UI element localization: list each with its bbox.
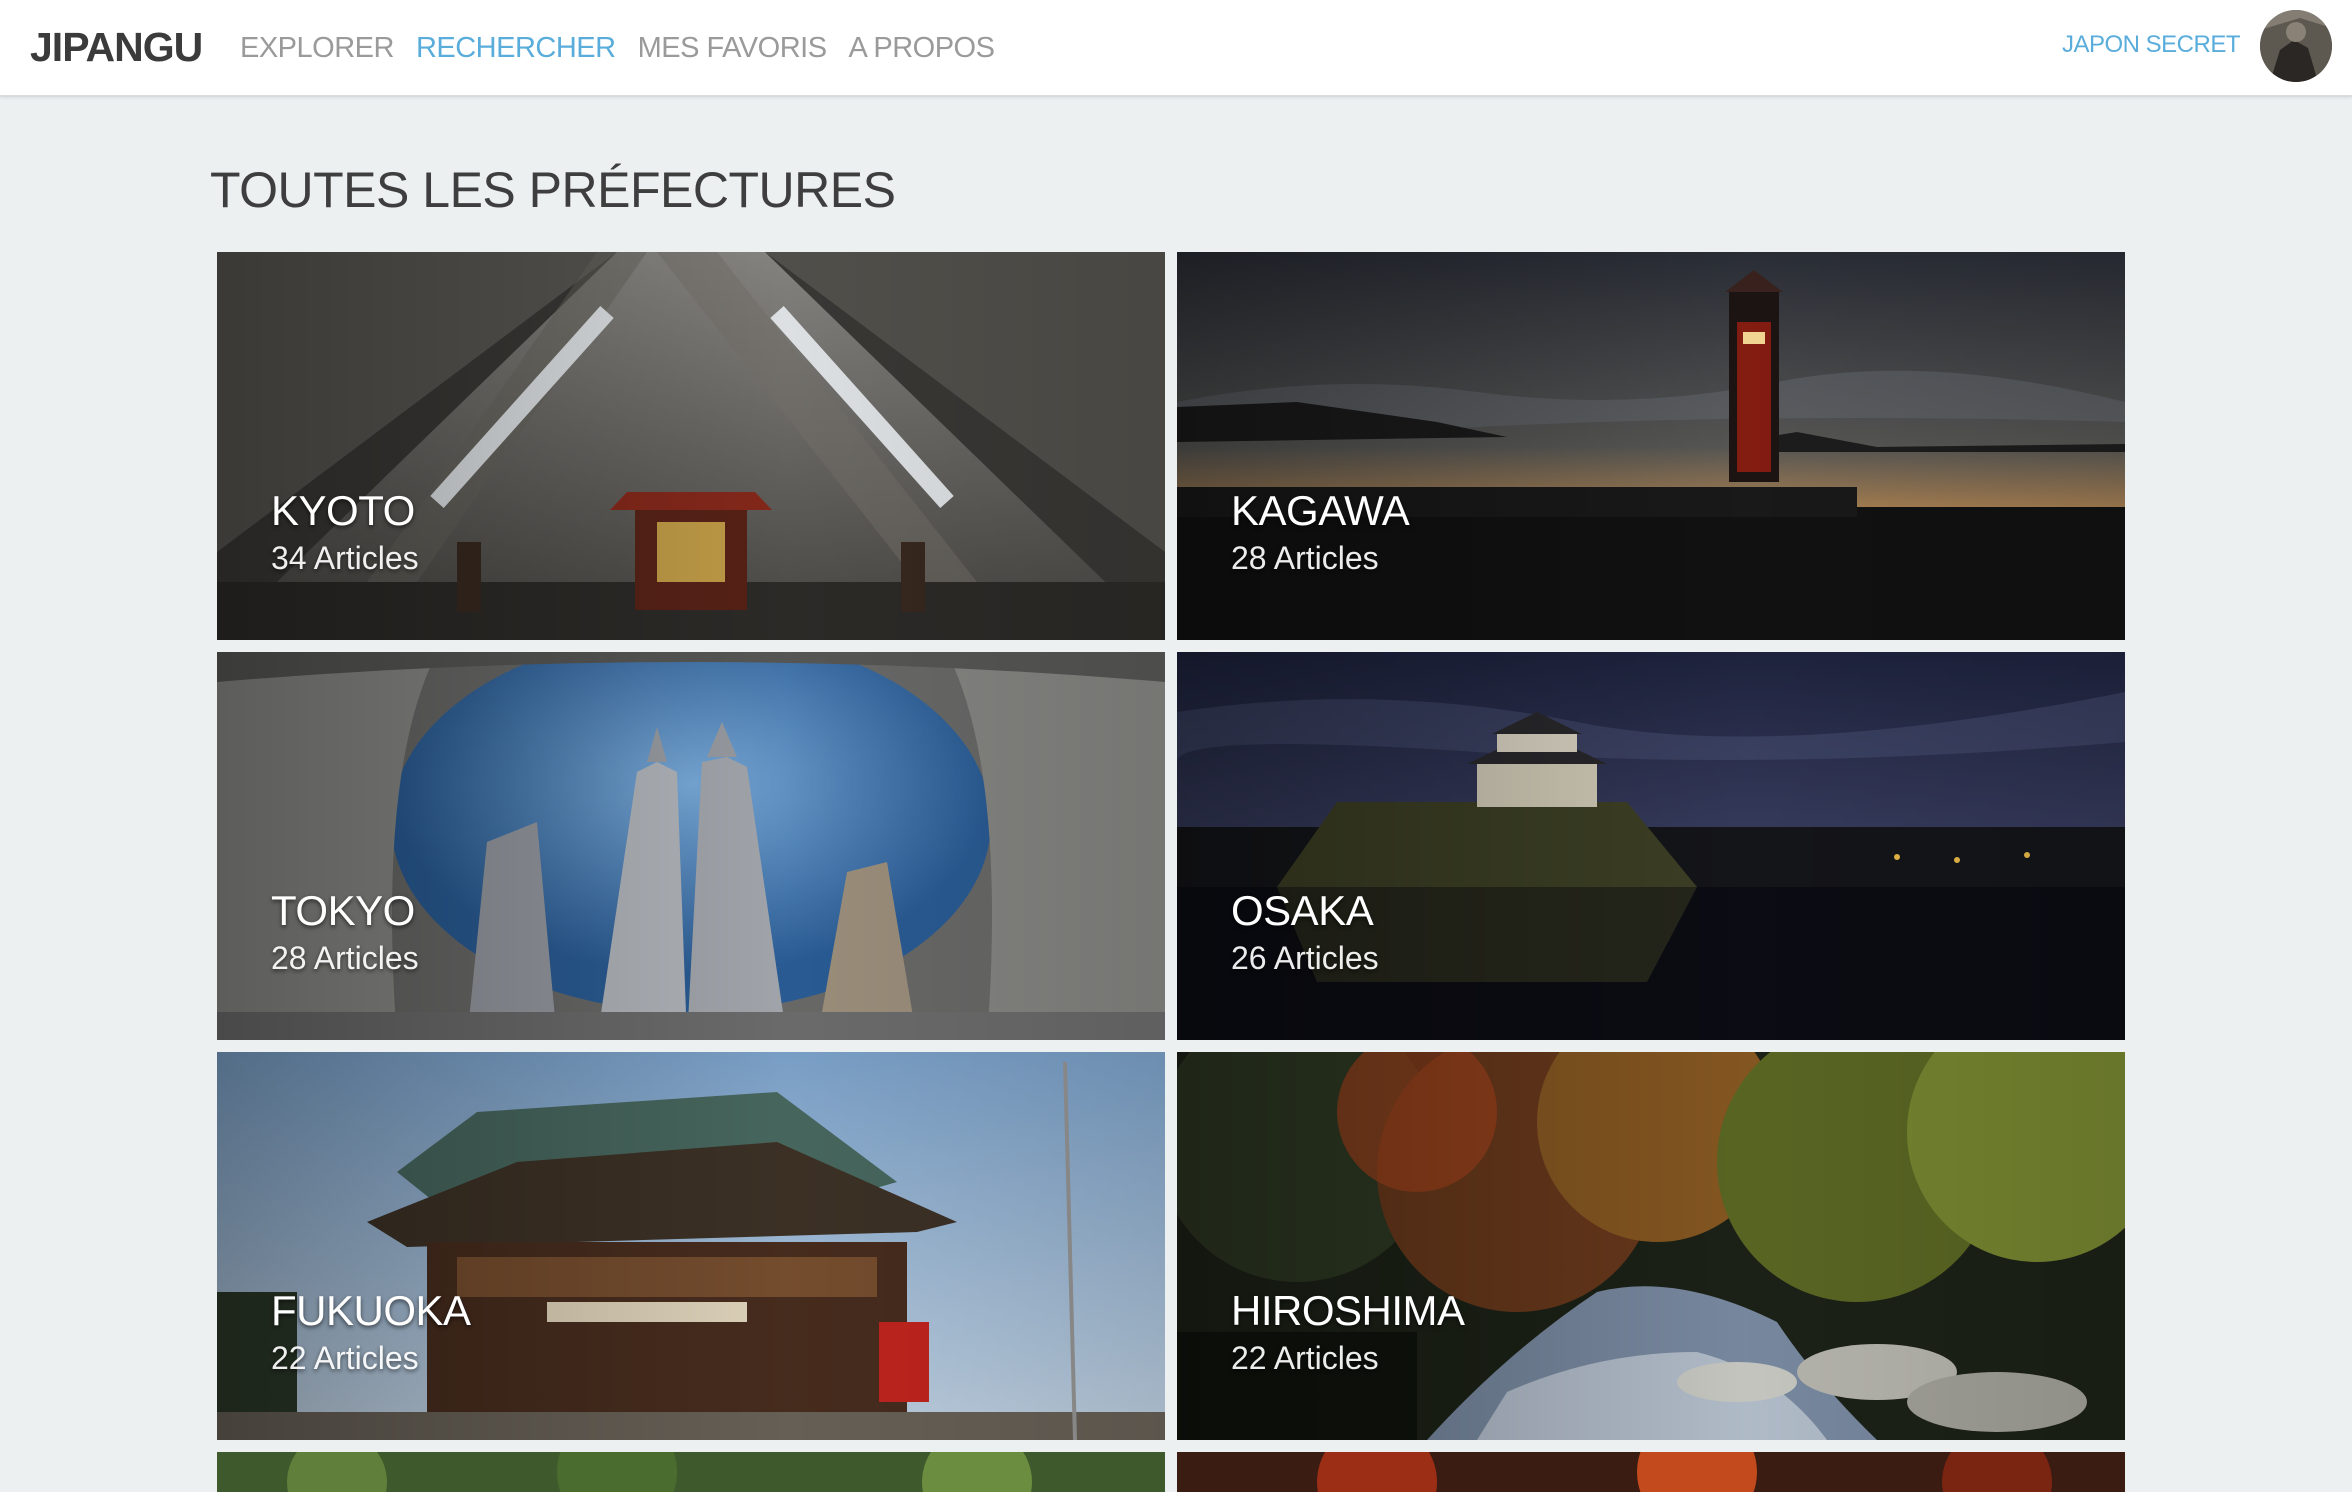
- prefecture-name: OSAKA: [1231, 887, 1374, 934]
- article-count: 34 Articles: [271, 540, 419, 576]
- prefecture-card-hiroshima[interactable]: HIROSHIMA 22 Articles: [1177, 1052, 2125, 1440]
- page-title: TOUTES LES PRÉFECTURES: [210, 162, 896, 218]
- top-navbar: JIPANGU EXPLORER RECHERCHER MES FAVORIS …: [0, 0, 2352, 97]
- article-count: 22 Articles: [1231, 1340, 1379, 1376]
- nav-mes-favoris[interactable]: MES FAVORIS: [638, 28, 827, 68]
- nav-rechercher[interactable]: RECHERCHER: [416, 28, 616, 68]
- prefecture-name: HIROSHIMA: [1231, 1287, 1465, 1334]
- card-label: FUKUOKA 22 Articles: [271, 1286, 471, 1380]
- prefecture-card-osaka[interactable]: OSAKA 26 Articles: [1177, 652, 2125, 1040]
- brand-logo[interactable]: JIPANGU: [30, 22, 203, 72]
- article-count: 22 Articles: [271, 1340, 419, 1376]
- avatar[interactable]: [2260, 10, 2332, 82]
- article-count: 28 Articles: [1231, 540, 1379, 576]
- autumn-image: [1177, 1452, 2125, 1492]
- forest-image: [217, 1452, 1165, 1492]
- avatar-photo-icon: [2260, 10, 2332, 82]
- card-label: TOKYO 28 Articles: [271, 886, 419, 980]
- prefecture-card-fukuoka[interactable]: FUKUOKA 22 Articles: [217, 1052, 1165, 1440]
- prefecture-card-kyoto[interactable]: KYOTO 34 Articles: [217, 252, 1165, 640]
- prefecture-name: KYOTO: [271, 487, 415, 534]
- card-label: HIROSHIMA 22 Articles: [1231, 1286, 1465, 1380]
- article-count: 28 Articles: [271, 940, 419, 976]
- user-profile-link[interactable]: JAPON SECRET: [2062, 28, 2241, 62]
- main-nav: EXPLORER RECHERCHER MES FAVORIS A PROPOS: [240, 28, 995, 68]
- prefecture-grid: KYOTO 34 Articles KAGAWA 28 Articles TOK…: [217, 252, 2127, 1492]
- prefecture-card-kagawa[interactable]: KAGAWA 28 Articles: [1177, 252, 2125, 640]
- prefecture-card-tokyo[interactable]: TOKYO 28 Articles: [217, 652, 1165, 1040]
- prefecture-name: KAGAWA: [1231, 487, 1410, 534]
- nav-explorer[interactable]: EXPLORER: [240, 28, 394, 68]
- card-label: OSAKA 26 Articles: [1231, 886, 1379, 980]
- prefecture-name: FUKUOKA: [271, 1287, 471, 1334]
- prefecture-card-partial-left[interactable]: [217, 1452, 1165, 1492]
- nav-a-propos[interactable]: A PROPOS: [849, 28, 995, 68]
- prefecture-name: TOKYO: [271, 887, 415, 934]
- article-count: 26 Articles: [1231, 940, 1379, 976]
- card-label: KYOTO 34 Articles: [271, 486, 419, 580]
- card-label: KAGAWA 28 Articles: [1231, 486, 1410, 580]
- prefecture-card-partial-right[interactable]: [1177, 1452, 2125, 1492]
